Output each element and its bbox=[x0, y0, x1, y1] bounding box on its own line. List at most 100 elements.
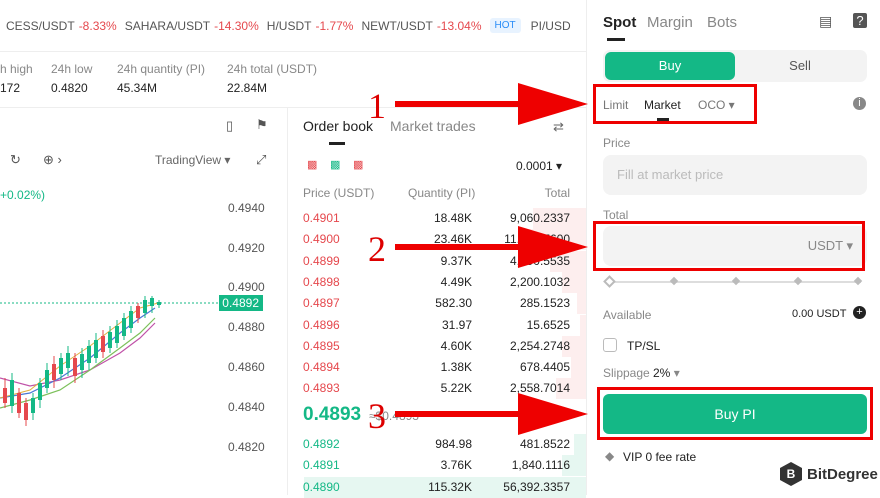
mid-price: 0.4893 bbox=[303, 404, 362, 425]
candle-body bbox=[87, 346, 91, 363]
sell-tab-button[interactable]: Sell bbox=[735, 52, 865, 80]
buy-tab-button[interactable]: Buy bbox=[605, 52, 735, 80]
candle-body bbox=[143, 300, 147, 313]
price-field[interactable]: Fill at market price bbox=[603, 155, 867, 195]
slider-mark[interactable] bbox=[731, 276, 741, 286]
row-price: 0.4897 bbox=[303, 296, 340, 311]
row-qty: 1.38K bbox=[440, 360, 472, 375]
y-tick: 0.4920 bbox=[228, 241, 265, 255]
price-label: Price bbox=[603, 136, 631, 150]
ticker-item[interactable]: NEWT/USDT -13.04% bbox=[361, 19, 481, 33]
tab-order-book[interactable]: Order book bbox=[303, 118, 373, 134]
ask-row[interactable]: 0.4894 1.38K 678.4405 bbox=[289, 357, 586, 379]
arrow-shaft-1 bbox=[395, 101, 523, 107]
available-label: Available bbox=[603, 308, 652, 322]
row-price: 0.4893 bbox=[303, 381, 340, 396]
slider-mark[interactable] bbox=[793, 276, 803, 286]
col-total: Total bbox=[544, 186, 570, 200]
ticker-item[interactable]: PI/USD bbox=[531, 19, 575, 33]
price-chart[interactable]: ▯ ⚑ ↻ ⊕ › TradingView ▾ ⤢ +0.02%) 0.4940… bbox=[0, 108, 288, 495]
row-price: 0.4899 bbox=[303, 253, 340, 268]
row-price: 0.4900 bbox=[303, 232, 340, 247]
y-tick: 0.4880 bbox=[228, 320, 265, 334]
row-total: 56,392.3357 bbox=[503, 479, 570, 494]
candle-body bbox=[3, 388, 7, 403]
candle-body bbox=[10, 380, 14, 406]
view-both-icon[interactable]: ▩ bbox=[307, 158, 317, 171]
candle-body bbox=[101, 336, 105, 352]
ticker-change: -1.77% bbox=[315, 18, 354, 33]
candle-body bbox=[129, 311, 133, 328]
active-tab-indicator bbox=[329, 142, 345, 145]
info-icon[interactable]: i bbox=[853, 97, 866, 110]
ask-row[interactable]: 0.4895 4.60K 2,254.2748 bbox=[289, 335, 586, 357]
ask-row[interactable]: 0.4897 582.30 285.1523 bbox=[289, 293, 586, 315]
candle-body bbox=[73, 358, 77, 376]
candle-body bbox=[122, 318, 126, 336]
slippage-selector[interactable]: 2% ▾ bbox=[653, 366, 680, 380]
book-icon[interactable]: ▯ bbox=[226, 118, 233, 134]
candle-body bbox=[24, 403, 28, 420]
ticker-pair: CESS/USDT bbox=[6, 18, 75, 33]
ticker-pair: NEWT/USDT bbox=[361, 18, 433, 33]
candle-body bbox=[17, 393, 21, 413]
row-qty: 984.98 bbox=[435, 437, 472, 451]
slider-mark[interactable] bbox=[669, 276, 679, 286]
total-label: Total bbox=[603, 208, 629, 222]
ask-row[interactable]: 0.4898 4.49K 2,200.1032 bbox=[289, 271, 586, 293]
bid-row[interactable]: 0.4892 984.98 481.8522 bbox=[289, 434, 586, 455]
row-qty: 5.22K bbox=[440, 381, 472, 396]
bid-row[interactable]: 0.4890 115.32K 56,392.3357 bbox=[289, 476, 586, 498]
ticket-icon[interactable]: ▤ bbox=[819, 13, 832, 30]
ticker-item[interactable]: H/USDT -1.77% bbox=[267, 19, 354, 33]
row-price: 0.4901 bbox=[303, 211, 340, 225]
tab-spot[interactable]: Spot bbox=[603, 14, 636, 31]
candle-body bbox=[136, 306, 140, 318]
bell-icon[interactable]: ⚑ bbox=[256, 117, 268, 133]
view-asks-icon[interactable]: ▩ bbox=[353, 158, 363, 171]
tab-margin[interactable]: Margin bbox=[647, 14, 693, 31]
tab-market-trades[interactable]: Market trades bbox=[390, 118, 476, 134]
slider-mark[interactable] bbox=[853, 276, 863, 286]
row-price: 0.4891 bbox=[303, 458, 340, 473]
ask-row[interactable]: 0.4896 31.97 15.6525 bbox=[289, 314, 586, 336]
stat-high: h high 172 bbox=[0, 62, 33, 95]
vip-fee-label[interactable]: VIP 0 fee rate bbox=[623, 450, 696, 464]
annotation-number-1: 1 bbox=[368, 86, 386, 126]
arrow-head-2 bbox=[518, 226, 588, 268]
stat-low: 24h low 0.4820 bbox=[51, 62, 92, 95]
y-tick: 0.4860 bbox=[228, 360, 265, 374]
row-total: 481.8522 bbox=[519, 437, 570, 451]
ticker-bar: CESS/USDT -8.33% SAHARA/USDT -14.30% H/USD… bbox=[0, 0, 586, 52]
hot-badge: HOT bbox=[489, 18, 521, 33]
annotation-number-3: 3 bbox=[368, 396, 386, 436]
row-qty: 115.32K bbox=[428, 479, 472, 494]
row-qty: 31.97 bbox=[441, 317, 472, 332]
candle-body bbox=[66, 353, 70, 368]
tab-bots[interactable]: Bots bbox=[707, 14, 737, 31]
col-price: Price (USDT) bbox=[303, 186, 375, 200]
arrow-shaft-3 bbox=[395, 411, 523, 417]
view-bids-icon[interactable]: ▩ bbox=[330, 158, 340, 171]
y-tick: 0.4940 bbox=[228, 201, 265, 215]
annotation-box-2 bbox=[593, 221, 865, 271]
row-qty: 9.37K bbox=[440, 253, 472, 268]
row-total: 1,840.1116 bbox=[511, 458, 570, 473]
depth-bar bbox=[574, 434, 586, 455]
ticker-item[interactable]: SAHARA/USDT -14.30% bbox=[125, 19, 259, 33]
stat-value: 45.34M bbox=[117, 81, 158, 95]
row-price: 0.4898 bbox=[303, 274, 340, 289]
precision-selector[interactable]: 0.0001 ▾ bbox=[516, 159, 562, 173]
precision-value: 0.0001 bbox=[516, 159, 553, 173]
bid-row[interactable]: 0.4891 3.76K 1,840.1116 bbox=[289, 455, 586, 477]
ticker-item[interactable]: CESS/USDT -8.33% bbox=[6, 19, 117, 33]
stat-value: 0.4820 bbox=[51, 81, 88, 95]
expand-icon[interactable]: ⤢ bbox=[256, 152, 266, 168]
available-value: 0.00 USDT bbox=[792, 308, 847, 320]
slider-handle[interactable] bbox=[603, 275, 616, 288]
help-icon[interactable]: ? bbox=[853, 13, 867, 28]
deposit-plus-icon[interactable]: + bbox=[853, 306, 866, 319]
candlestick-plot bbox=[0, 296, 220, 426]
price-placeholder: Fill at market price bbox=[617, 167, 724, 182]
tpsl-checkbox[interactable] bbox=[603, 338, 617, 352]
